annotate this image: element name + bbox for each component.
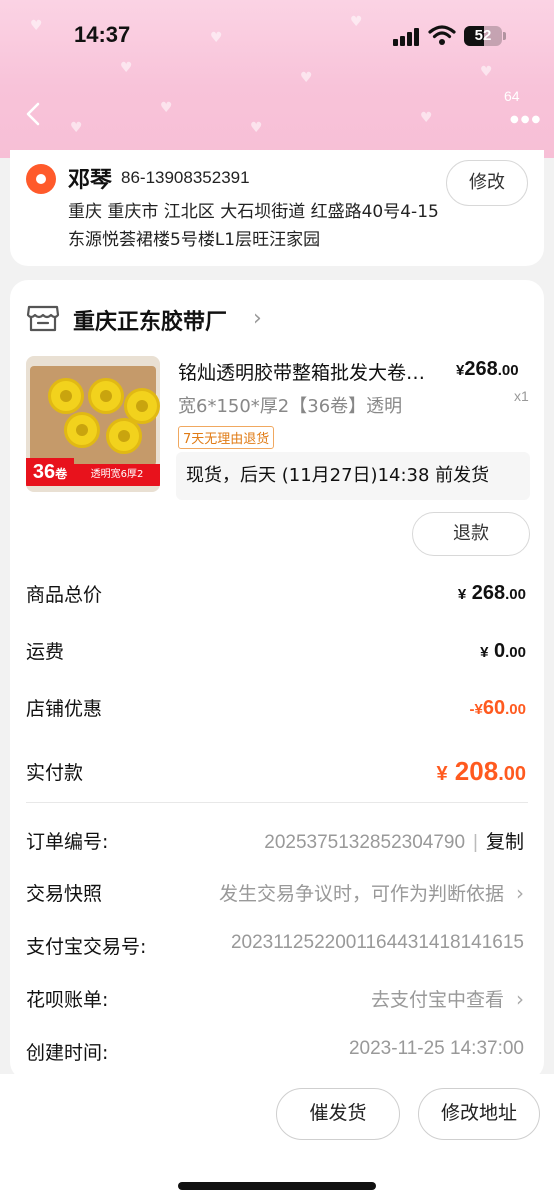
location-icon: [26, 164, 56, 194]
paid-value: ¥ 208.00: [436, 756, 526, 786]
shipping-fee-label: 运费: [26, 641, 65, 663]
back-arrow-icon[interactable]: [18, 98, 48, 130]
more-badge: 64: [504, 88, 520, 104]
order-number-value: 2025375132852304790: [264, 832, 466, 853]
modify-address-button[interactable]: 修改: [446, 160, 528, 206]
divider: [26, 802, 528, 803]
discount-value: -¥60.00: [469, 697, 526, 719]
address-detail: 重庆 重庆市 江北区 大石坝街道 红盛路40号4-15东源悦荟裙楼5号楼L1层旺…: [68, 202, 439, 250]
heart-decoration: ♥: [250, 120, 263, 136]
created-time-label: 创建时间:: [26, 1042, 109, 1064]
product-image[interactable]: 36卷 透明宽6厚2: [26, 356, 160, 492]
paid-label: 实付款: [26, 762, 84, 784]
order-number-row: 2025375132852304790 | 复制: [264, 832, 524, 853]
heart-decoration: ♥: [120, 60, 133, 76]
status-time: 14:37: [74, 22, 131, 47]
home-indicator: [178, 1182, 376, 1190]
shipping-info: 现货，后天 (11月27日)14:38 前发货: [176, 452, 530, 500]
product-tag-text: 透明宽6厚2: [74, 464, 160, 486]
created-time-value: 2023-11-25 14:37:00: [348, 1038, 524, 1059]
change-address-button[interactable]: 修改地址: [418, 1088, 540, 1140]
snapshot-value: 发生交易争议时，可作为判断依据: [218, 883, 504, 905]
recipient-phone: 86-13908352391: [121, 168, 250, 187]
urge-shipment-button[interactable]: 催发货: [276, 1088, 400, 1140]
product-price: ¥268.00: [456, 358, 519, 380]
huabei-label: 花呗账单:: [26, 989, 109, 1011]
snapshot-label: 交易快照: [26, 883, 103, 905]
wifi-icon: [428, 25, 456, 45]
store-icon: [26, 305, 60, 332]
return-policy-badge: 7天无理由退货: [178, 426, 275, 449]
signal-icon: [393, 28, 421, 46]
heart-decoration: ♥: [70, 120, 83, 136]
snapshot-row[interactable]: 发生交易争议时，可作为判断依据 ›: [219, 879, 524, 906]
heart-decoration: ♥: [300, 70, 313, 86]
bottom-action-bar: 催发货 修改地址: [0, 1074, 554, 1200]
heart-decoration: ♥: [350, 14, 363, 30]
huabei-row[interactable]: 去支付宝中查看 ›: [371, 985, 524, 1012]
heart-decoration: ♥: [420, 110, 433, 126]
heart-decoration: ♥: [210, 30, 223, 46]
discount-label: 店铺优惠: [26, 698, 103, 720]
order-number-label: 订单编号:: [26, 831, 109, 853]
copy-button[interactable]: 复制: [486, 832, 524, 853]
store-name[interactable]: 重庆正东胶带厂: [73, 304, 227, 336]
battery-icon: 52: [464, 26, 502, 46]
chevron-right-icon[interactable]: ›: [253, 306, 262, 331]
order-card: 重庆正东胶带厂 › 36卷 透明宽6厚2 铭灿透明胶带整箱批发大卷宽胶带 ¥26…: [10, 280, 544, 1080]
product-sku: 宽6*150*厚2【36卷】透明: [178, 396, 403, 417]
total-value: ¥ 268.00: [457, 582, 526, 604]
more-icon[interactable]: ●●●: [510, 114, 542, 125]
heart-decoration: ♥: [30, 18, 43, 34]
shipping-fee-value: ¥ 0.00: [480, 640, 526, 662]
product-quantity: x1: [514, 388, 529, 404]
heart-decoration: ♥: [480, 64, 493, 80]
chevron-right-icon: ›: [516, 881, 524, 905]
alipay-trade-value: 2023112522001164431418141615: [230, 932, 524, 953]
address-card: 邓琴 86-13908352391 重庆 重庆市 江北区 大石坝街道 红盛路40…: [10, 150, 544, 266]
recipient-name: 邓琴: [68, 168, 113, 193]
alipay-trade-label: 支付宝交易号:: [26, 936, 147, 958]
total-label: 商品总价: [26, 584, 103, 606]
huabei-value: 去支付宝中查看: [370, 989, 504, 1011]
product-tag-count: 36卷: [26, 458, 74, 486]
chevron-right-icon: ›: [516, 987, 524, 1011]
product-title[interactable]: 铭灿透明胶带整箱批发大卷宽胶带: [178, 358, 434, 385]
header-bar: ♥ ♥ ♥ ♥ ♥ ♥ ♥ ♥ ♥ ♥ 14:37 52 64 ●●●: [0, 0, 554, 158]
battery-level: 52: [474, 27, 492, 44]
refund-button[interactable]: 退款: [412, 512, 530, 556]
heart-decoration: ♥: [160, 100, 173, 116]
